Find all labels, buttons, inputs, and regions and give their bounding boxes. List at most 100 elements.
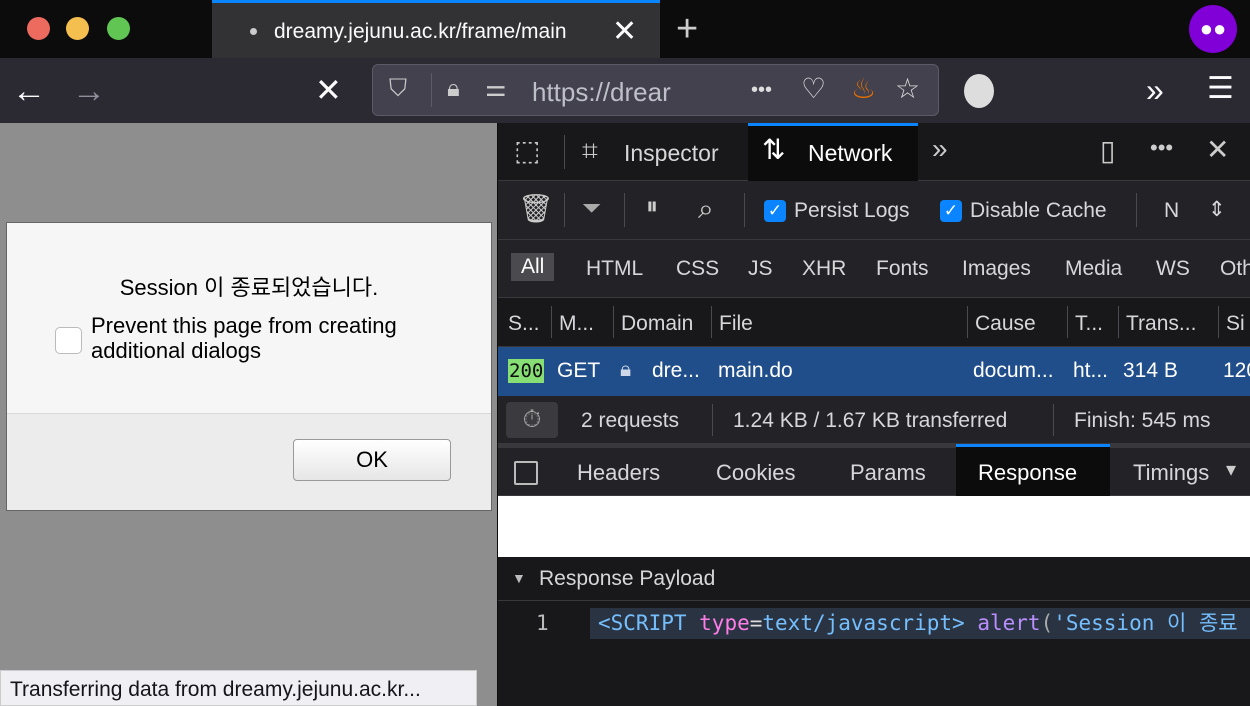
lock-icon[interactable]: 🔒︎ <box>447 77 460 101</box>
code-string: 'Session 이 종료 <box>1053 611 1238 635</box>
cell-type: ht... <box>1073 359 1109 382</box>
filter-images[interactable]: Images <box>962 257 1031 281</box>
toggle-sidebar-icon[interactable] <box>514 461 538 485</box>
code-line: 1 <SCRIPT type=text/javascript> alert('S… <box>498 601 1250 645</box>
tab-network[interactable]: Network <box>808 140 892 167</box>
menu-icon[interactable]: ☰ <box>1207 74 1234 104</box>
stop-icon[interactable]: ✕ <box>315 74 342 106</box>
line-number: 1 <box>536 611 549 635</box>
detail-tab-response[interactable]: Response <box>978 460 1077 486</box>
persist-logs-label[interactable]: Persist Logs <box>794 199 910 223</box>
shield-icon[interactable]: ⛉ <box>389 77 407 101</box>
table-header: S... M... Domain File Cause T... Trans... Si <box>498 298 1250 347</box>
disable-cache-checkbox[interactable]: ✓ <box>940 200 962 222</box>
close-devtools-icon[interactable]: ✕ <box>1206 136 1229 164</box>
inspector-icon[interactable]: ⌗ <box>582 137 598 165</box>
tab-title: dreamy.jejunu.ac.kr/frame/main <box>274 20 567 43</box>
permissions-icon[interactable]: ⚌ <box>485 77 507 101</box>
element-picker-icon[interactable]: ⬚ <box>514 137 540 165</box>
private-browsing-icon: ●● <box>1189 5 1237 53</box>
ok-button[interactable]: OK <box>293 439 451 481</box>
cell-cause: docum... <box>973 359 1054 382</box>
code-eq: = <box>749 611 763 635</box>
column-header[interactable]: T... <box>1075 312 1103 336</box>
dialog-message: Session 이 종료되었습니다. <box>119 275 379 300</box>
prevent-dialogs-label[interactable]: Prevent this page from creating addition… <box>91 313 451 363</box>
detail-tab-timings[interactable]: Timings <box>1133 460 1209 486</box>
column-header[interactable]: File <box>719 312 753 336</box>
zoom-window-button[interactable] <box>107 17 130 40</box>
throttle-select[interactable]: N <box>1164 199 1179 223</box>
url-text[interactable]: https://drear <box>532 77 702 108</box>
pause-icon[interactable]: ⏸︎ <box>646 195 658 219</box>
filter-all[interactable]: All <box>511 253 555 281</box>
filter-media[interactable]: Media <box>1065 257 1122 281</box>
alert-dialog: Session 이 종료되었습니다. Prevent this page fro… <box>6 222 492 511</box>
detail-tab-params[interactable]: Params <box>850 460 926 486</box>
filter-css[interactable]: CSS <box>676 257 719 281</box>
finish-time: Finish: 545 ms <box>1074 409 1211 432</box>
responsive-design-icon[interactable]: ▯ <box>1100 137 1115 165</box>
prevent-dialogs-checkbox[interactable] <box>55 327 82 354</box>
code-value: text/javascript> <box>762 611 965 635</box>
cell-method: GET <box>557 359 601 382</box>
column-header[interactable]: M... <box>559 312 594 336</box>
detail-tab-cookies[interactable]: Cookies <box>716 460 795 486</box>
url-bar[interactable]: ⛉ 🔒︎ ⚌ https://drear ••• ♡ ♨ ☆ <box>372 64 939 116</box>
more-tools-icon[interactable]: » <box>932 135 948 163</box>
lock-icon: 🔒︎ <box>620 358 632 381</box>
clear-trash-icon[interactable]: 🗑︎ <box>518 195 554 223</box>
column-header[interactable]: Si <box>1226 312 1245 336</box>
cell-file: main.do <box>718 359 793 382</box>
detail-tabs: ▾ Headers Cookies Params Response Timings <box>498 444 1250 496</box>
loading-dot-icon <box>250 28 257 35</box>
request-count: 2 requests <box>581 409 680 432</box>
filter-ws[interactable]: WS <box>1156 257 1190 281</box>
code-fn: alert <box>977 611 1041 635</box>
filter-icon[interactable]: ⏷ <box>582 197 601 221</box>
cell-domain: dre... <box>652 359 700 382</box>
cell-size: 120 <box>1223 359 1250 382</box>
code-tag: <SCRIPT <box>598 611 700 635</box>
bookmark-star-icon[interactable]: ☆ <box>895 75 920 103</box>
search-icon[interactable]: ⌕ <box>698 195 714 223</box>
detail-tabs-dropdown-icon[interactable]: ▾ <box>1226 460 1236 480</box>
column-header[interactable]: Trans... <box>1126 312 1196 336</box>
column-header[interactable]: Domain <box>621 312 693 336</box>
collapse-triangle-icon[interactable]: ▼ <box>512 570 526 586</box>
page-actions-icon[interactable]: ••• <box>751 79 772 102</box>
filter-html[interactable]: HTML <box>586 257 643 281</box>
response-payload-title[interactable]: Response Payload <box>539 567 715 591</box>
browser-tab[interactable]: dreamy.jejunu.ac.kr/frame/main ✕ <box>212 0 660 58</box>
java-icon[interactable]: ♨ <box>851 75 876 103</box>
type-filter-bar: All HTML CSS JS XHR Fonts Images Media WS Oth <box>498 240 1250 298</box>
network-icon: ⇅ <box>762 134 786 165</box>
close-window-button[interactable] <box>27 17 50 40</box>
devtools-panel: ⬚ ⌗ Inspector ⇅ Network » ▯ ••• ✕ 🗑︎ ⏷ ⏸… <box>497 123 1250 706</box>
forward-icon[interactable]: → <box>72 74 106 108</box>
pocket-icon[interactable]: ♡ <box>801 75 826 103</box>
column-header[interactable]: Cause <box>975 312 1036 336</box>
overflow-chevron-icon[interactable]: » <box>1146 74 1164 106</box>
filter-fonts[interactable]: Fonts <box>876 257 929 281</box>
back-icon[interactable]: ← <box>12 74 46 108</box>
performance-stopwatch-icon[interactable]: ⏱︎ <box>506 402 558 438</box>
devtools-menu-icon[interactable]: ••• <box>1150 137 1173 159</box>
minimize-window-button[interactable] <box>66 17 89 40</box>
disable-cache-label[interactable]: Disable Cache <box>970 199 1107 223</box>
tab-inspector[interactable]: Inspector <box>624 140 719 167</box>
table-row[interactable]: 200 GET dre... main.do docum... ht... 314 B 120… <box>498 347 1250 396</box>
close-tab-icon[interactable]: ✕ <box>612 17 637 47</box>
cell-status: 200 <box>508 359 545 383</box>
account-avatar[interactable] <box>964 74 994 108</box>
new-tab-button[interactable]: + <box>676 10 698 48</box>
code-attr: type <box>699 611 750 635</box>
cell-transferred: 314 B <box>1123 359 1178 382</box>
detail-tab-headers[interactable]: Headers <box>577 460 660 486</box>
filter-oth[interactable]: Oth <box>1220 257 1250 281</box>
persist-logs-checkbox[interactable]: ✓ <box>764 200 786 222</box>
filter-xhr[interactable]: XHR <box>802 257 846 281</box>
har-select[interactable]: ⇕ <box>1208 197 1226 222</box>
filter-js[interactable]: JS <box>748 257 773 281</box>
column-header[interactable]: S... <box>508 312 540 336</box>
